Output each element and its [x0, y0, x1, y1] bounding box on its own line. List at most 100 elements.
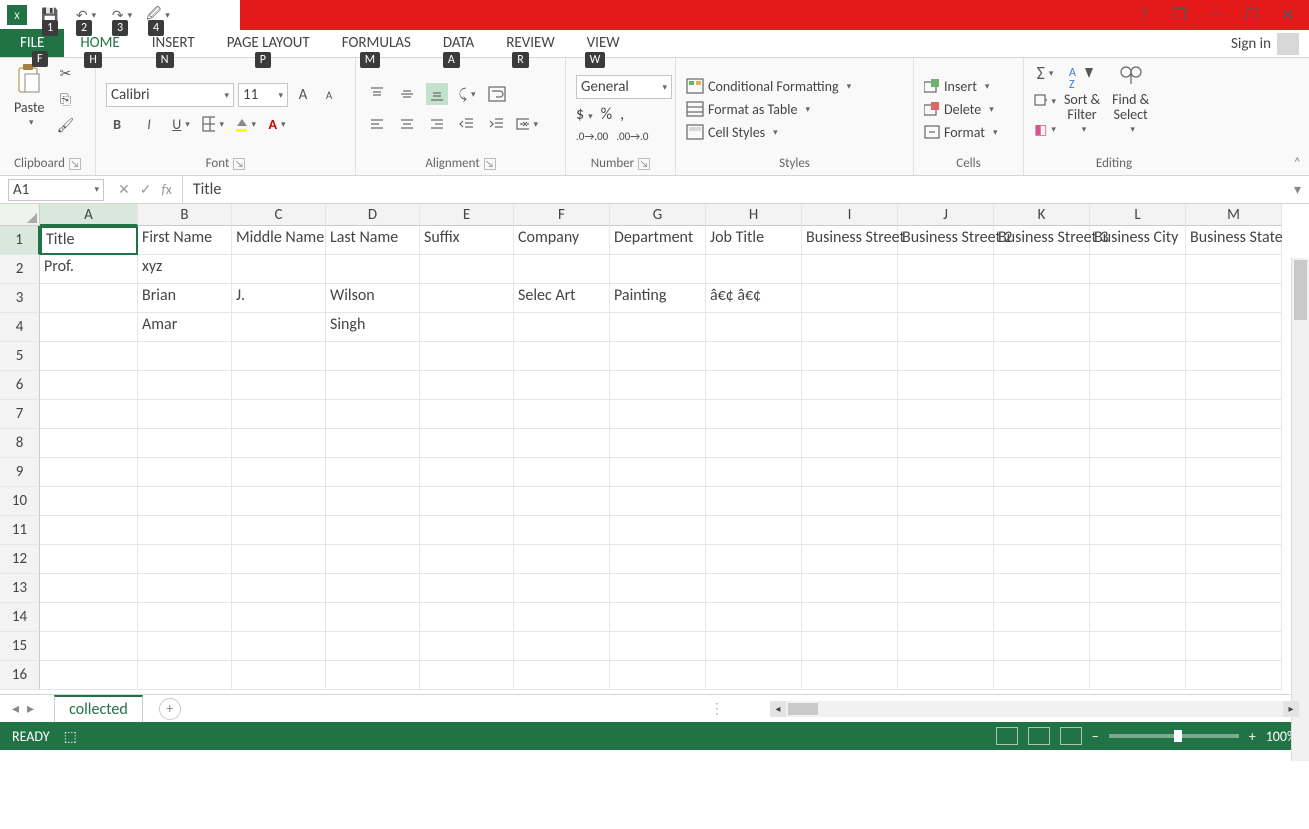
cell[interactable] — [1186, 371, 1282, 400]
row-header[interactable]: 8 — [0, 429, 40, 458]
cell[interactable] — [898, 545, 994, 574]
expand-formula-icon[interactable]: ▾ — [1286, 181, 1309, 198]
cell[interactable]: Business Street 3 — [994, 226, 1090, 255]
cell[interactable] — [514, 255, 610, 284]
cell[interactable] — [326, 371, 420, 400]
cell[interactable] — [610, 313, 706, 342]
cell[interactable] — [802, 603, 898, 632]
cell[interactable] — [514, 371, 610, 400]
paste-button[interactable]: Paste▾ — [10, 62, 48, 130]
cell[interactable]: J. — [232, 284, 326, 313]
view-page-layout-icon[interactable] — [1028, 727, 1050, 745]
cell[interactable] — [232, 632, 326, 661]
font-color-icon[interactable]: A▾ — [266, 113, 288, 135]
cell[interactable] — [326, 574, 420, 603]
cell[interactable]: Title — [40, 226, 138, 255]
cell[interactable] — [994, 284, 1090, 313]
column-header[interactable]: A — [40, 204, 138, 226]
cell[interactable] — [706, 371, 802, 400]
conditional-formatting-button[interactable]: Conditional Formatting▾ — [686, 78, 851, 95]
cell[interactable] — [514, 458, 610, 487]
cell[interactable] — [1186, 400, 1282, 429]
cell[interactable] — [326, 458, 420, 487]
cell[interactable]: Business Street — [802, 226, 898, 255]
align-center-icon[interactable] — [396, 113, 418, 135]
cell[interactable] — [420, 516, 514, 545]
autosum-icon[interactable]: Σ▾ — [1034, 62, 1056, 84]
cell[interactable] — [514, 313, 610, 342]
sheet-tab[interactable]: collected — [54, 695, 143, 722]
qat-customize[interactable]: 🖉▾4 — [144, 4, 172, 26]
enter-icon[interactable]: ✓ — [140, 181, 152, 198]
help-icon[interactable]: ? — [1133, 6, 1155, 25]
dialog-launcher-icon[interactable]: ↘ — [638, 158, 650, 170]
cell[interactable] — [1090, 487, 1186, 516]
macro-record-icon[interactable]: ⬚ — [64, 728, 77, 745]
borders-icon[interactable]: ▾ — [202, 113, 224, 135]
dialog-launcher-icon[interactable]: ↘ — [69, 158, 81, 170]
cell[interactable] — [514, 632, 610, 661]
cell[interactable] — [706, 342, 802, 371]
row-header[interactable]: 12 — [0, 545, 40, 574]
cell[interactable] — [898, 313, 994, 342]
cell[interactable] — [232, 429, 326, 458]
cell[interactable] — [1090, 516, 1186, 545]
cell[interactable]: Business Street 2 — [898, 226, 994, 255]
cell[interactable] — [1186, 487, 1282, 516]
sheet-next-icon[interactable]: ▸ — [27, 700, 34, 717]
fill-color-icon[interactable]: ▾ — [234, 113, 256, 135]
cell[interactable] — [994, 458, 1090, 487]
row-header[interactable]: 13 — [0, 574, 40, 603]
align-top-icon[interactable] — [366, 83, 388, 105]
row-header[interactable]: 16 — [0, 661, 40, 690]
cell[interactable] — [232, 661, 326, 690]
cell[interactable] — [802, 313, 898, 342]
row-header[interactable]: 1 — [0, 226, 40, 255]
cell[interactable] — [1090, 545, 1186, 574]
cell[interactable] — [40, 516, 138, 545]
cell[interactable] — [514, 429, 610, 458]
cell[interactable] — [40, 632, 138, 661]
cell[interactable] — [706, 516, 802, 545]
cell-styles-button[interactable]: Cell Styles▾ — [686, 124, 778, 141]
cell[interactable] — [1090, 458, 1186, 487]
row-header[interactable]: 7 — [0, 400, 40, 429]
cell[interactable] — [994, 255, 1090, 284]
cell[interactable] — [994, 661, 1090, 690]
fill-icon[interactable]: ▾ — [1034, 90, 1056, 112]
column-header[interactable]: E — [420, 204, 514, 226]
cell[interactable] — [40, 574, 138, 603]
column-header[interactable]: F — [514, 204, 610, 226]
number-format-combo[interactable]: General▾ — [576, 75, 672, 99]
cell[interactable] — [138, 487, 232, 516]
cell[interactable] — [420, 632, 514, 661]
cell[interactable] — [994, 400, 1090, 429]
decrease-indent-icon[interactable] — [456, 113, 478, 135]
cell[interactable] — [706, 603, 802, 632]
cell[interactable] — [138, 458, 232, 487]
cell[interactable] — [610, 371, 706, 400]
cell[interactable] — [514, 661, 610, 690]
cell[interactable] — [802, 661, 898, 690]
cell[interactable] — [1090, 342, 1186, 371]
cell[interactable] — [420, 342, 514, 371]
cell[interactable] — [1186, 284, 1282, 313]
cell[interactable] — [138, 342, 232, 371]
cell[interactable]: First Name — [138, 226, 232, 255]
cell[interactable] — [994, 371, 1090, 400]
cell[interactable] — [1186, 429, 1282, 458]
row-header[interactable]: 6 — [0, 371, 40, 400]
cell[interactable]: Selec Art — [514, 284, 610, 313]
cell[interactable]: Suffix — [420, 226, 514, 255]
cell[interactable] — [1090, 313, 1186, 342]
find-select-button[interactable]: Find & Select▾ — [1108, 62, 1153, 137]
cell[interactable] — [514, 487, 610, 516]
cell[interactable] — [40, 284, 138, 313]
cell[interactable] — [802, 400, 898, 429]
cell[interactable] — [232, 342, 326, 371]
grow-font-icon[interactable]: A — [292, 84, 314, 106]
cell[interactable] — [898, 284, 994, 313]
cell[interactable] — [610, 487, 706, 516]
cell[interactable] — [232, 371, 326, 400]
cell[interactable] — [232, 603, 326, 632]
